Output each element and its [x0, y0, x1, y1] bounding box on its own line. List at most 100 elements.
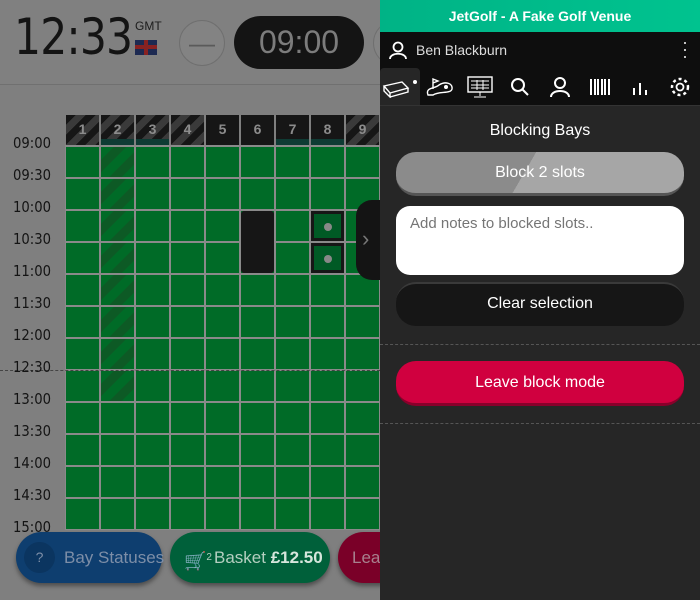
bay-slot[interactable] [276, 147, 309, 177]
bay-slot[interactable] [206, 467, 239, 497]
bay-slot[interactable] [136, 467, 169, 497]
bay-slot[interactable] [66, 467, 99, 497]
bay-slot[interactable] [136, 147, 169, 177]
bay-slot[interactable] [311, 307, 344, 337]
bay-slot[interactable] [276, 179, 309, 209]
bay-slot[interactable] [206, 147, 239, 177]
bay-slot[interactable] [206, 179, 239, 209]
bay-slot[interactable] [206, 403, 239, 433]
tab-settings[interactable] [660, 68, 700, 105]
tab-search[interactable] [500, 68, 540, 105]
bay-slot[interactable] [276, 339, 309, 369]
bay-slot[interactable] [101, 179, 134, 209]
bay-slot[interactable] [66, 307, 99, 337]
basket-button[interactable]: 🛒2 Basket £12.50 [170, 532, 330, 583]
bay-slot[interactable] [276, 243, 309, 273]
bay-slot[interactable] [66, 147, 99, 177]
bay-slot[interactable] [206, 435, 239, 465]
bay-slot[interactable] [136, 371, 169, 401]
bay-slot[interactable] [171, 435, 204, 465]
bay-slot[interactable] [171, 179, 204, 209]
bay-slot[interactable] [311, 147, 344, 177]
bay-header[interactable]: 9 [346, 115, 379, 145]
bay-slot[interactable] [206, 243, 239, 273]
bay-header[interactable]: 4 [171, 115, 204, 145]
collapse-panel-handle[interactable]: › [356, 200, 380, 280]
bay-slot[interactable] [346, 307, 379, 337]
bay-slot[interactable] [136, 307, 169, 337]
bay-slot[interactable] [241, 499, 274, 529]
bay-slot[interactable] [276, 499, 309, 529]
bay-slot[interactable] [276, 403, 309, 433]
bay-slot[interactable] [66, 179, 99, 209]
bay-slot[interactable] [206, 339, 239, 369]
bay-slot[interactable] [241, 275, 274, 305]
bay-slot[interactable] [241, 371, 274, 401]
bay-slot[interactable] [241, 467, 274, 497]
bay-slot[interactable] [311, 179, 344, 209]
bay-slot[interactable] [136, 179, 169, 209]
bay-slot[interactable] [171, 371, 204, 401]
bay-slot[interactable] [311, 403, 344, 433]
bay-slot[interactable] [311, 435, 344, 465]
tab-block-mode[interactable] [380, 68, 420, 105]
bay-slot[interactable] [346, 435, 379, 465]
selected-time[interactable]: 09:00 [234, 16, 364, 69]
bay-slot[interactable] [206, 499, 239, 529]
bay-slot[interactable] [311, 499, 344, 529]
bay-slot[interactable] [101, 467, 134, 497]
bay-slot[interactable] [101, 435, 134, 465]
bay-slot[interactable] [101, 275, 134, 305]
block-slots-button[interactable]: Block 2 slots [396, 152, 684, 196]
tab-course[interactable] [420, 68, 460, 105]
bay-header[interactable]: 6 [241, 115, 274, 145]
bay-slot[interactable] [171, 275, 204, 305]
bay-slot[interactable] [276, 435, 309, 465]
bay-slot[interactable] [171, 403, 204, 433]
bay-header[interactable]: 2 [101, 115, 134, 145]
bay-slot[interactable] [171, 339, 204, 369]
bay-slot[interactable] [136, 243, 169, 273]
bay-slot[interactable] [136, 275, 169, 305]
bay-slot[interactable] [276, 275, 309, 305]
selected-slot[interactable] [311, 243, 344, 273]
bay-slot[interactable] [311, 339, 344, 369]
bay-slot[interactable] [346, 339, 379, 369]
bay-slot[interactable] [206, 275, 239, 305]
bay-slot[interactable] [66, 211, 99, 241]
bay-slot[interactable] [66, 435, 99, 465]
bay-slot[interactable] [311, 371, 344, 401]
previous-time-button[interactable]: — [179, 20, 225, 66]
bay-slot[interactable] [276, 371, 309, 401]
bay-slot[interactable] [136, 403, 169, 433]
bay-slot[interactable] [206, 371, 239, 401]
bay-slot[interactable] [276, 307, 309, 337]
bay-slot[interactable] [346, 371, 379, 401]
bay-slot[interactable] [241, 403, 274, 433]
leave-block-mode-button[interactable]: Leave block mode [396, 361, 684, 406]
tab-customers[interactable] [540, 68, 580, 105]
next-time-button[interactable] [373, 20, 380, 66]
bay-slot[interactable] [206, 211, 239, 241]
bay-slot[interactable] [171, 499, 204, 529]
bay-slot[interactable] [346, 467, 379, 497]
bay-slot[interactable] [311, 467, 344, 497]
bay-slot[interactable] [171, 467, 204, 497]
bay-slot[interactable] [346, 403, 379, 433]
bay-slot[interactable] [101, 371, 134, 401]
bay-slot[interactable] [241, 147, 274, 177]
bay-header[interactable]: 3 [136, 115, 169, 145]
bay-slot[interactable] [346, 147, 379, 177]
bay-slot[interactable] [311, 275, 344, 305]
bay-slot[interactable] [136, 499, 169, 529]
tab-bays-screen[interactable] [460, 68, 500, 105]
bay-slot[interactable] [101, 243, 134, 273]
bay-header[interactable]: 5 [206, 115, 239, 145]
clear-selection-button[interactable]: Clear selection [396, 282, 684, 326]
bay-slot[interactable] [206, 307, 239, 337]
bay-slot[interactable] [171, 211, 204, 241]
bay-header[interactable]: 1 [66, 115, 99, 145]
bay-slot[interactable] [101, 403, 134, 433]
bay-slot[interactable] [101, 339, 134, 369]
bay-slot[interactable] [136, 211, 169, 241]
